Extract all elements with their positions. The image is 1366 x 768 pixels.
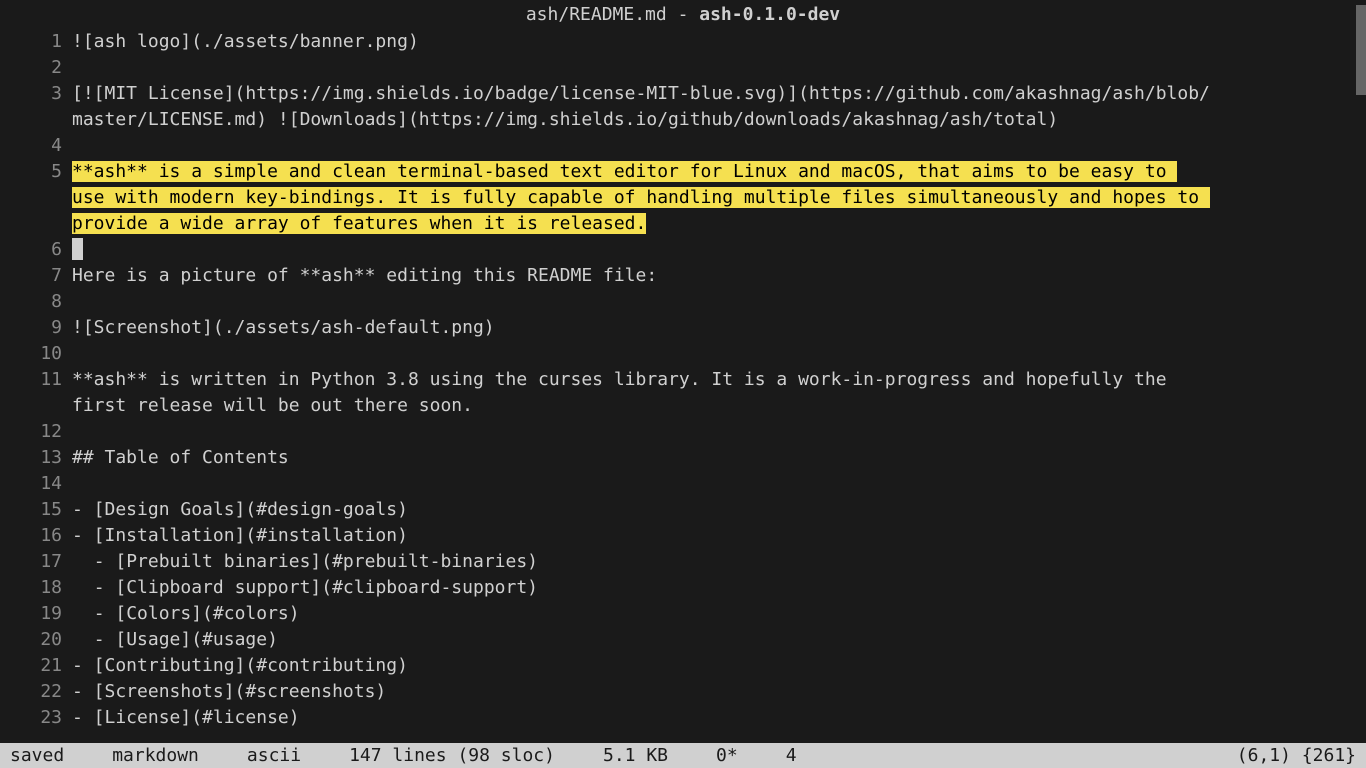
editor-line-wrapped[interactable]: master/LICENSE.md) ![Downloads](https://… [0,107,1366,133]
line-number: 6 [0,237,72,263]
line-number [0,211,72,237]
line-content[interactable]: - [License](#license) [72,705,1366,731]
line-content[interactable]: - [Contributing](#contributing) [72,653,1366,679]
title-bar: ash/README.md - ash-0.1.0-dev [0,0,1366,29]
line-number: 13 [0,445,72,471]
line-number: 11 [0,367,72,393]
line-number: 3 [0,81,72,107]
line-number: 9 [0,315,72,341]
line-content[interactable] [72,419,1366,445]
line-number: 21 [0,653,72,679]
line-content[interactable]: master/LICENSE.md) ![Downloads](https://… [72,107,1366,133]
editor-line[interactable]: 4 [0,133,1366,159]
editor-line[interactable]: 18 - [Clipboard support](#clipboard-supp… [0,575,1366,601]
line-number [0,185,72,211]
line-number: 18 [0,575,72,601]
line-content[interactable]: **ash** is a simple and clean terminal-b… [72,159,1366,185]
status-saved: saved [10,745,64,766]
status-size: 5.1 KB [603,745,668,766]
status-language: markdown [112,745,199,766]
line-content[interactable]: - [Prebuilt binaries](#prebuilt-binaries… [72,549,1366,575]
line-number: 10 [0,341,72,367]
editor-line[interactable]: 3[![MIT License](https://img.shields.io/… [0,81,1366,107]
status-lines: 147 lines (98 sloc) [349,745,555,766]
editor-line-wrapped[interactable]: first release will be out there soon. [0,393,1366,419]
line-number: 19 [0,601,72,627]
line-content[interactable]: first release will be out there soon. [72,393,1366,419]
editor-line[interactable]: 6 [0,237,1366,263]
line-number [0,107,72,133]
line-number: 14 [0,471,72,497]
editor-line[interactable]: 22- [Screenshots](#screenshots) [0,679,1366,705]
line-number: 7 [0,263,72,289]
line-number: 2 [0,55,72,81]
line-content[interactable]: [![MIT License](https://img.shields.io/b… [72,81,1366,107]
editor-line[interactable]: 13## Table of Contents [0,445,1366,471]
editor-line[interactable]: 12 [0,419,1366,445]
line-number: 4 [0,133,72,159]
line-number: 22 [0,679,72,705]
line-content[interactable]: **ash** is written in Python 3.8 using t… [72,367,1366,393]
line-number: 15 [0,497,72,523]
status-modified: 0* [716,745,738,766]
editor-line[interactable]: 10 [0,341,1366,367]
editor-line-wrapped[interactable]: use with modern key-bindings. It is full… [0,185,1366,211]
line-content[interactable] [72,471,1366,497]
editor-line[interactable]: 15- [Design Goals](#design-goals) [0,497,1366,523]
editor-line[interactable]: 1![ash logo](./assets/banner.png) [0,29,1366,55]
line-number: 1 [0,29,72,55]
editor-line[interactable]: 21- [Contributing](#contributing) [0,653,1366,679]
line-content[interactable]: ![ash logo](./assets/banner.png) [72,29,1366,55]
line-content[interactable]: - [Design Goals](#design-goals) [72,497,1366,523]
line-content[interactable]: - [Colors](#colors) [72,601,1366,627]
line-content[interactable] [72,341,1366,367]
line-content[interactable]: ## Table of Contents [72,445,1366,471]
editor-line[interactable]: 19 - [Colors](#colors) [0,601,1366,627]
line-number: 17 [0,549,72,575]
line-content[interactable]: ![Screenshot](./assets/ash-default.png) [72,315,1366,341]
line-content[interactable] [72,133,1366,159]
line-content[interactable]: - [Clipboard support](#clipboard-support… [72,575,1366,601]
line-content[interactable]: - [Installation](#installation) [72,523,1366,549]
status-tabwidth: 4 [786,745,797,766]
editor-area[interactable]: 1![ash logo](./assets/banner.png)23[![MI… [0,29,1366,731]
editor-line[interactable]: 11**ash** is written in Python 3.8 using… [0,367,1366,393]
line-number: 20 [0,627,72,653]
line-content[interactable]: provide a wide array of features when it… [72,211,1366,237]
editor-line-wrapped[interactable]: provide a wide array of features when it… [0,211,1366,237]
editor-line[interactable]: 9![Screenshot](./assets/ash-default.png) [0,315,1366,341]
line-content[interactable]: use with modern key-bindings. It is full… [72,185,1366,211]
scrollbar[interactable] [1356,5,1366,95]
editor-line[interactable]: 17 - [Prebuilt binaries](#prebuilt-binar… [0,549,1366,575]
editor-line[interactable]: 16- [Installation](#installation) [0,523,1366,549]
status-bar: saved markdown ascii 147 lines (98 sloc)… [0,743,1366,768]
editor-line[interactable]: 14 [0,471,1366,497]
line-number: 8 [0,289,72,315]
file-path: ash/README.md [526,4,667,25]
editor-line[interactable]: 2 [0,55,1366,81]
line-content[interactable]: - [Screenshots](#screenshots) [72,679,1366,705]
editor-line[interactable]: 8 [0,289,1366,315]
line-content[interactable] [72,237,1366,263]
app-name: ash-0.1.0-dev [699,4,840,25]
cursor [72,238,83,260]
editor-line[interactable]: 20 - [Usage](#usage) [0,627,1366,653]
line-number: 23 [0,705,72,731]
editor-line[interactable]: 5**ash** is a simple and clean terminal-… [0,159,1366,185]
line-content[interactable]: - [Usage](#usage) [72,627,1366,653]
line-number [0,393,72,419]
line-content[interactable] [72,289,1366,315]
line-number: 12 [0,419,72,445]
status-encoding: ascii [247,745,301,766]
editor-line[interactable]: 7Here is a picture of **ash** editing th… [0,263,1366,289]
editor-line[interactable]: 23- [License](#license) [0,705,1366,731]
status-position: (6,1) {261} [1237,745,1356,766]
line-content[interactable] [72,55,1366,81]
line-number: 5 [0,159,72,185]
line-content[interactable]: Here is a picture of **ash** editing thi… [72,263,1366,289]
line-number: 16 [0,523,72,549]
